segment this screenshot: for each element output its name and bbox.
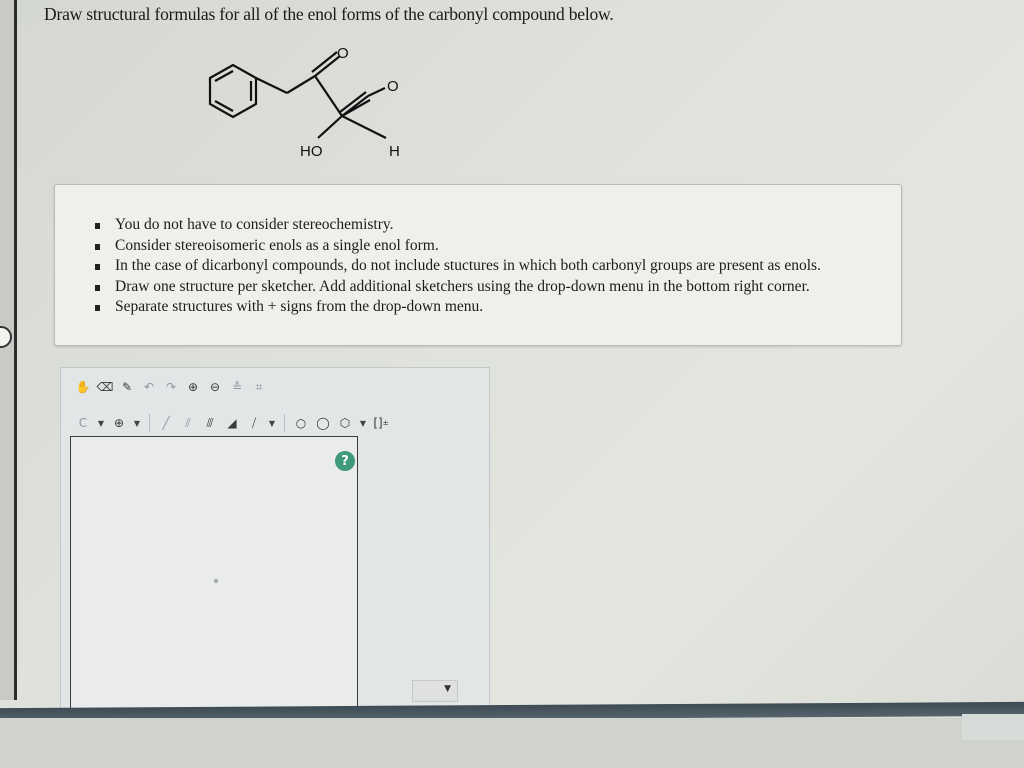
hash-bond-icon[interactable]: ⧸ bbox=[246, 414, 262, 432]
single-bond-icon[interactable]: ╱ bbox=[158, 414, 174, 432]
instruction-item: Draw one structure per sketcher. Add add… bbox=[95, 277, 821, 298]
chevron-down-icon: ▼ bbox=[444, 684, 451, 694]
chevron-down-icon[interactable]: ▼ bbox=[359, 414, 367, 432]
add-sketcher-dropdown[interactable]: ▼ bbox=[412, 680, 458, 702]
cyclohexane-icon[interactable]: ◯ bbox=[315, 414, 331, 432]
bracket-superscript: ± bbox=[382, 419, 389, 427]
canvas-cursor-dot bbox=[214, 579, 218, 583]
zoom-in-icon[interactable]: ⊕ bbox=[185, 378, 201, 396]
chevron-down-icon[interactable]: ▼ bbox=[97, 414, 105, 432]
oxygen-label: O bbox=[337, 45, 349, 62]
pencil-icon[interactable]: ✎ bbox=[119, 378, 135, 396]
benzene-icon[interactable]: ⬡ bbox=[337, 414, 353, 432]
element-selector[interactable]: C bbox=[75, 414, 91, 432]
toolbar-divider bbox=[149, 414, 150, 432]
triple-bond-icon[interactable]: ⫻ bbox=[202, 414, 218, 432]
bracket-tool[interactable]: [] ± bbox=[373, 414, 389, 432]
double-bond-icon[interactable]: ⫽ bbox=[180, 414, 196, 432]
wedge-bond-icon[interactable]: ◢ bbox=[224, 414, 240, 432]
benzene-ring bbox=[208, 63, 258, 119]
charge-tool[interactable]: ⊕ bbox=[111, 414, 127, 432]
toolbar-divider bbox=[284, 414, 285, 432]
sketcher-toolbar-bottom: C ▼ ⊕ ▼ ╱ ⫽ ⫻ ◢ ⧸ ▼ ○ ◯ ⬡ ▼ [] ± bbox=[75, 414, 389, 432]
bracket-label: [] bbox=[373, 416, 383, 430]
redo-icon[interactable]: ↷ bbox=[163, 378, 179, 396]
instruction-item: Consider stereoisomeric enols as a singl… bbox=[95, 236, 821, 257]
instruction-item: Separate structures with + signs from th… bbox=[95, 297, 821, 318]
submit-answer-button[interactable] bbox=[962, 714, 1024, 740]
lasso-icon[interactable]: ↶ bbox=[141, 378, 157, 396]
structure-sketcher: ✋ ⌫ ✎ ↶ ↷ ⊕ ⊖ ≙ ⌗ C ▼ ⊕ ▼ ╱ ⫽ ⫻ ◢ ⧸ ▼ ○ … bbox=[60, 367, 490, 711]
hydrogen-label: H bbox=[389, 143, 400, 160]
hydroxyl-label: HO bbox=[300, 143, 323, 160]
instructions-list: You do not have to consider stereochemis… bbox=[95, 215, 821, 318]
chevron-down-icon[interactable]: ▼ bbox=[268, 414, 276, 432]
zoom-out-icon[interactable]: ⊖ bbox=[207, 378, 223, 396]
eraser-icon[interactable]: ⌫ bbox=[97, 378, 114, 396]
sketcher-toolbar-top: ✋ ⌫ ✎ ↶ ↷ ⊕ ⊖ ≙ ⌗ bbox=[75, 378, 267, 396]
instruction-item: You do not have to consider stereochemis… bbox=[95, 215, 821, 236]
instructions-box: You do not have to consider stereochemis… bbox=[54, 184, 902, 346]
carbonyl-compound-structure: O O HO H bbox=[208, 45, 400, 160]
oxygen-label: O bbox=[387, 78, 399, 95]
rail-toggle-button[interactable] bbox=[0, 326, 12, 348]
drawing-canvas[interactable]: ? bbox=[70, 436, 358, 711]
hand-icon[interactable]: ✋ bbox=[75, 378, 91, 396]
question-prompt: Draw structural formulas for all of the … bbox=[44, 4, 614, 24]
cyclopropane-icon[interactable]: ○ bbox=[293, 414, 309, 432]
left-rail bbox=[0, 0, 17, 700]
instruction-item: In the case of dicarbonyl compounds, do … bbox=[95, 256, 821, 277]
chevron-down-icon[interactable]: ▼ bbox=[133, 414, 141, 432]
help-button[interactable]: ? bbox=[335, 451, 355, 471]
footer-area bbox=[0, 718, 1024, 768]
template-icon[interactable]: ≙ bbox=[229, 378, 245, 396]
clean-icon[interactable]: ⌗ bbox=[251, 378, 267, 396]
